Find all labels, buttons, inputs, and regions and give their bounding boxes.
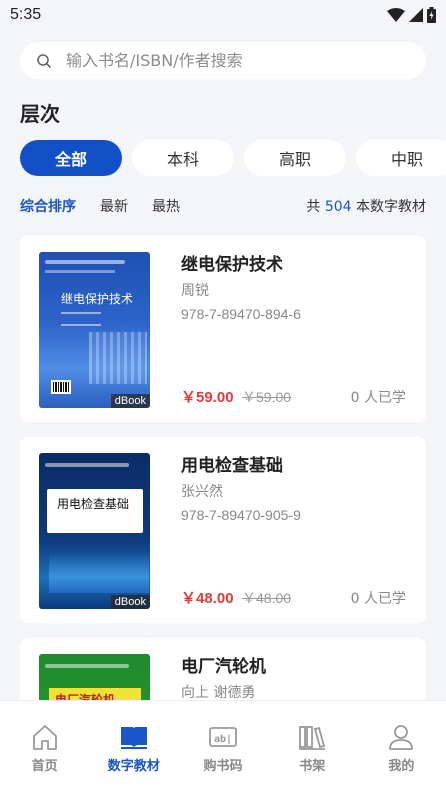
status-time: 5:35 [10,6,42,23]
bookshelf-icon [299,726,326,750]
svg-text:ab|: ab| [214,734,232,745]
book-price: ￥59.00 [181,389,234,406]
book-author: 周锐 [181,283,209,299]
nav-profile[interactable]: 我的 [357,701,446,794]
book-original-price: ￥48.00 [242,590,292,606]
book-learner-count: 0 人已学 [350,591,406,607]
level-tab-undergraduate[interactable]: 本科 [132,140,234,176]
book-title: 继电保护技术 [181,255,283,275]
book-card[interactable]: 继电保护技术 dBook 继电保护技术 周锐 978-7-89470-894-6… [20,236,426,422]
book-title: 用电检查基础 [181,456,283,476]
level-section-title: 层次 [20,102,60,126]
cover-series-line [45,664,129,668]
dbook-badge: dBook [110,595,150,609]
cover-title: 用电检查基础 [57,497,130,511]
cover-title: 继电保护技术 [61,292,134,306]
bottom-navigation: 首页 数字教材 ab| 购书码 书架 我的 [0,700,446,794]
cover-series-line [45,260,125,264]
book-author: 张兴然 [181,484,223,500]
count-prefix: 共 [306,199,321,215]
search-bar[interactable] [20,42,426,79]
book-isbn: 978-7-89470-894-6 [181,306,301,322]
nav-digital-textbooks[interactable]: 数字教材 [89,701,178,794]
cover-barcode [51,380,71,394]
search-icon [37,53,51,68]
nav-purchase-code-label: 购书码 [203,759,243,774]
nav-profile-label: 我的 [388,759,415,774]
book-card[interactable]: 用电检查基础 dBook 用电检查基础 张兴然 978-7-89470-905-… [20,437,426,623]
wifi-icon [387,8,405,22]
status-icons [387,7,436,23]
nav-home[interactable]: 首页 [0,701,89,794]
level-tabs: 全部 本科 高职 中职 [20,140,446,176]
sort-bar: 综合排序 最新 最热 共 504 本数字教材 [20,196,426,216]
nav-bookshelf-label: 书架 [299,759,326,774]
nav-bookshelf[interactable]: 书架 [268,701,357,794]
nav-digital-textbooks-label: 数字教材 [107,759,160,774]
nav-home-label: 首页 [31,759,58,774]
book-author: 向上 谢德勇 [181,685,256,701]
count-number: 504 [324,199,352,215]
level-tab-all[interactable]: 全部 [20,140,122,176]
cover-city-art [49,553,149,593]
user-icon [389,725,414,750]
search-input[interactable] [66,51,386,70]
dbook-badge: dBook [110,394,150,408]
book-price: ￥48.00 [181,590,234,607]
cover-publisher-line [45,270,115,273]
cover-equipment-art [89,332,147,384]
open-book-icon [120,727,147,749]
book-original-price: ￥59.00 [242,389,292,405]
book-cover: 继电保护技术 dBook [39,252,150,408]
book-cover: 用电检查基础 dBook [39,453,150,609]
status-bar: 5:35 [0,0,446,30]
home-icon [32,725,57,750]
book-isbn: 978-7-89470-905-9 [181,507,301,523]
cover-author-lines [61,312,101,326]
nav-purchase-code[interactable]: ab| 购书码 [178,701,267,794]
book-title: 电厂汽轮机 [181,657,266,677]
code-card-icon: ab| [209,727,237,747]
book-learner-count: 0 人已学 [350,390,406,406]
level-tab-higher-vocational[interactable]: 高职 [244,140,346,176]
sort-hottest[interactable]: 最热 [152,196,180,216]
sort-newest[interactable]: 最新 [100,196,128,216]
signal-icon [409,8,423,22]
count-suffix: 本数字教材 [356,199,426,215]
level-tab-secondary-vocational[interactable]: 中职 [356,140,446,176]
sort-comprehensive[interactable]: 综合排序 [20,196,76,216]
cover-series-line [45,463,129,467]
result-count: 共 504 本数字教材 [306,196,426,216]
battery-icon [427,7,436,23]
